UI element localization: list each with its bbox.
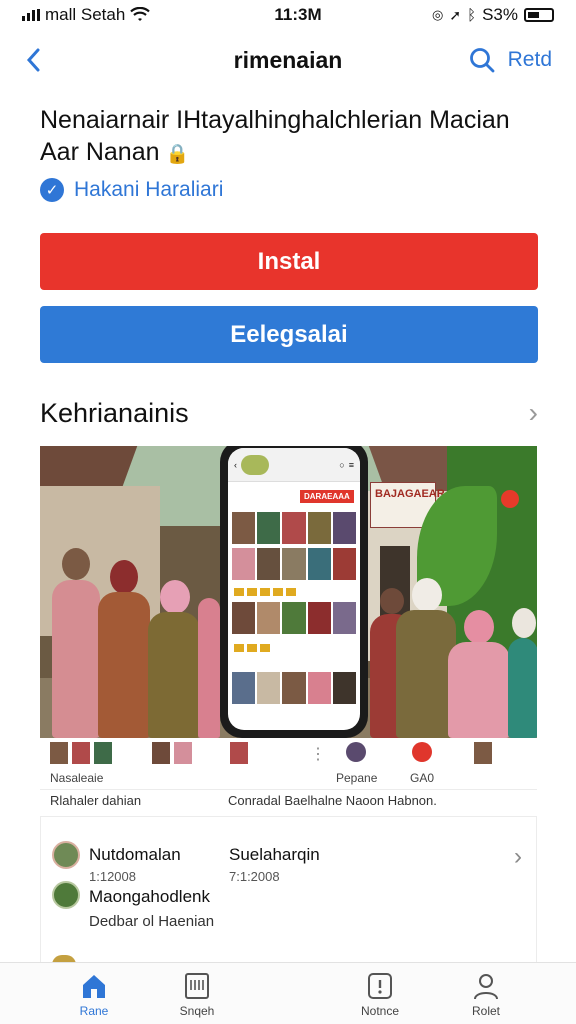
install-button[interactable]: Instal: [40, 233, 538, 290]
tab-notice[interactable]: Notnce: [335, 971, 425, 1018]
person-figure: [396, 578, 456, 738]
person-figure: [148, 512, 200, 738]
thumbnail-strip: Nasaleaie ⋮ Pepane GA0: [40, 738, 537, 790]
phone-thumb-grid: [232, 512, 356, 544]
tab-home[interactable]: Rane: [49, 971, 139, 1018]
screenshots-header[interactable]: Kehrianainis ›: [40, 397, 538, 429]
tab-label: Rane: [79, 1004, 109, 1018]
screenshots-title: Kehrianainis: [40, 397, 189, 428]
caption-right: Conradal Baelhalne Naoon Habnon.: [228, 793, 437, 808]
signal-icon: [22, 9, 40, 21]
chevron-right-icon[interactable]: ›: [529, 397, 538, 429]
battery-icon: [524, 8, 554, 22]
tab-profile[interactable]: Rolet: [441, 971, 531, 1018]
caption-left: Rlahaler dahian: [50, 793, 142, 808]
person-figure: [198, 518, 220, 738]
thumb-group[interactable]: [152, 742, 192, 764]
nav-right: Retd: [468, 46, 552, 74]
nav-right-button[interactable]: Retd: [508, 48, 552, 72]
status-right: ◎ ➚ ᛒ S3%: [404, 5, 554, 25]
review-date: 1:12008: [89, 869, 136, 884]
phone-badge: DARAEAAA: [300, 490, 354, 503]
nav-bar: rimenaian Retd: [0, 36, 576, 84]
reviews-card[interactable]: Nutdomalan 1:12008 Suelaharqin 7:1:2008 …: [40, 816, 537, 965]
thumb-group[interactable]: [50, 742, 112, 764]
screenshot-gallery[interactable]: BAJAGAEAR ‹ ○ ≡ DARAEAAA: [40, 446, 537, 738]
phone-thumb-grid: [232, 602, 356, 634]
developer-row[interactable]: ✓ Hakani Haraliari: [40, 178, 223, 202]
wifi-icon: [130, 7, 151, 21]
secondary-button[interactable]: Eelegsalai: [40, 306, 538, 363]
person-figure: [98, 506, 150, 738]
tab-label: Notnce: [360, 1004, 400, 1018]
gallery-flower: [501, 490, 519, 508]
phone-screen: ‹ ○ ≡ DARAEAAA: [228, 448, 360, 730]
thumb-label: Pepane: [336, 771, 378, 785]
verified-check-icon: ✓: [40, 178, 64, 202]
battery-percent: S3%: [482, 5, 518, 24]
carrier-label: mall Setah: [45, 5, 126, 24]
thumb-group[interactable]: [346, 742, 366, 762]
avatar: [52, 841, 80, 869]
menu-icon: ≡: [348, 459, 354, 470]
back-icon: ‹: [234, 459, 237, 470]
store-icon: [184, 971, 210, 1001]
thumb-label: GA0: [410, 771, 435, 785]
person-figure: [448, 610, 510, 738]
gallery-roof-left: [40, 446, 138, 486]
profile-icon: [472, 971, 500, 1001]
review-name[interactable]: Maongahodlenk: [89, 887, 210, 907]
notice-icon: [366, 971, 394, 1001]
app-title: Nenaiarnair IHtayalhinghalchlerian Macia…: [40, 104, 540, 171]
search-icon: ○: [339, 459, 345, 470]
avatar: [52, 881, 80, 909]
tab-label: Snqeh: [179, 1004, 215, 1018]
back-button[interactable]: [24, 45, 44, 75]
lock-icon: 🔒: [165, 144, 190, 165]
tab-store[interactable]: Snqeh: [152, 971, 242, 1018]
image-icon: [241, 454, 269, 475]
thumb-group[interactable]: [412, 742, 432, 762]
tab-label: Rolet: [471, 1004, 500, 1018]
developer-name[interactable]: Hakani Haraliari: [74, 178, 223, 202]
location-icon: ➚: [449, 6, 462, 23]
phone-rating-row: [234, 644, 354, 654]
review-description: Dedbar ol Haenian: [89, 913, 215, 930]
phone-thumb-grid: [232, 672, 356, 704]
phone-screen-toolbar: ‹ ○ ≡: [228, 448, 360, 482]
tab-bar: Rane Snqeh Notnce Rolet: [0, 962, 576, 1024]
app-title-text: Nenaiarnair IHtayalhinghalchlerian Macia…: [40, 106, 510, 166]
home-icon: [80, 971, 108, 1001]
alarm-icon: ◎: [431, 7, 444, 22]
person-figure: [52, 498, 100, 738]
search-icon[interactable]: [468, 46, 496, 74]
thumb-group[interactable]: [474, 742, 492, 764]
thumb-group[interactable]: [230, 742, 248, 764]
bluetooth-icon: ᛒ: [467, 6, 477, 24]
more-dots-icon: ⋮: [310, 746, 326, 763]
review-date: 7:1:2008: [229, 869, 280, 884]
person-figure: [508, 608, 537, 738]
chevron-right-icon[interactable]: ›: [514, 843, 522, 871]
phone-mockup: ‹ ○ ≡ DARAEAAA: [220, 446, 368, 738]
status-time: 11:3M: [274, 5, 322, 24]
review-name[interactable]: Nutdomalan: [89, 845, 181, 865]
review-name[interactable]: Suelaharqin: [229, 845, 320, 865]
phone-rating-row: [234, 588, 354, 598]
phone-thumb-grid: [232, 548, 356, 580]
thumb-label: Nasaleaie: [50, 771, 104, 785]
status-bar: mall Setah 11:3M ◎ ➚ ᛒ S3%: [0, 0, 576, 30]
